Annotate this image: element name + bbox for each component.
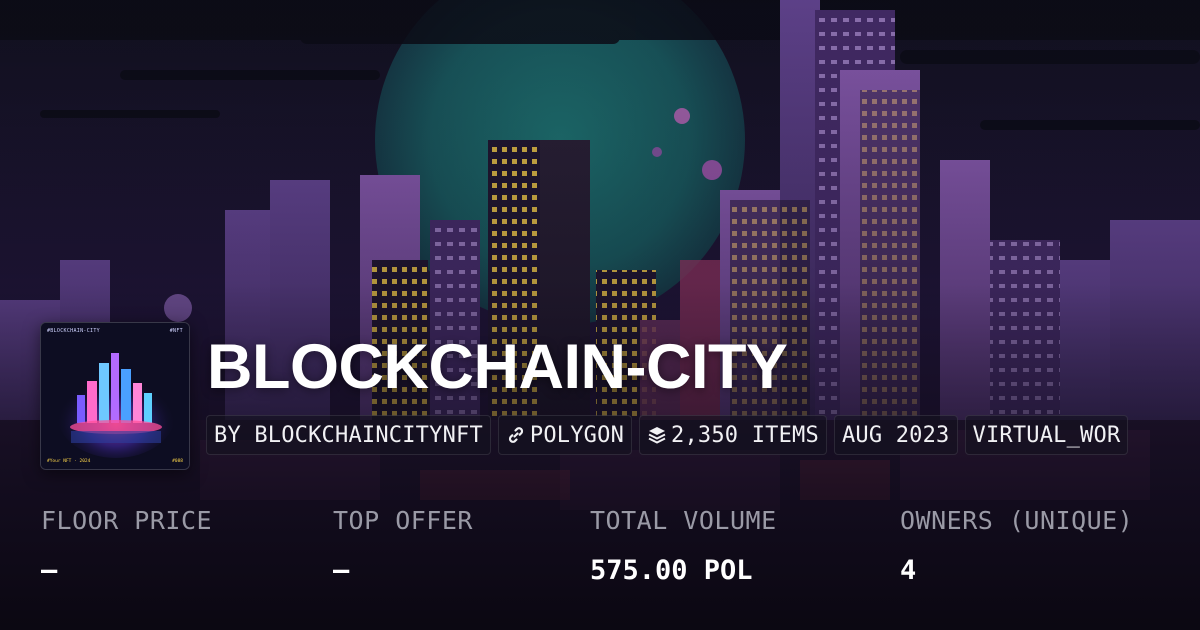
items-chip-label: 2,350 ITEMS [671,422,819,448]
thumbnail-tag-left: #BLOCKCHAIN-CITY [47,328,100,334]
collection-thumbnail: #BLOCKCHAIN-CITY #NFT #Your NFT · 2024 #… [40,322,190,470]
created-date-label: AUG 2023 [841,422,950,448]
stat-total-volume: TOTAL VOLUME 575.00 POL [590,506,777,586]
link-icon [506,425,526,445]
stat-label: OWNERS (UNIQUE) [900,506,1134,535]
items-chip[interactable]: 2,350 ITEMS [639,415,827,455]
category-chip[interactable]: VIRTUAL_WOR [964,415,1129,455]
creator-chip[interactable]: BY BLOCKCHAINCITYNFT [206,415,491,455]
stat-label: TOTAL VOLUME [590,506,777,535]
stat-value: – [41,555,58,586]
stat-label: TOP OFFER [333,506,473,535]
stat-value: 575.00 POL [590,555,753,586]
creator-chip-label: BY BLOCKCHAINCITYNFT [214,422,483,448]
layers-icon [647,425,667,445]
stat-owners: OWNERS (UNIQUE) 4 [900,506,1133,586]
collection-title: BLOCKCHAIN-CITY [207,332,788,402]
thumbnail-foot-right: #088 [172,459,183,464]
category-chip-label: VIRTUAL_WOR [972,422,1121,448]
stat-value: – [333,555,350,586]
chain-chip-label: POLYGON [529,422,625,448]
stat-label: FLOOR PRICE [41,506,213,535]
stat-floor-price: FLOOR PRICE – [41,506,212,586]
stat-top-offer: TOP OFFER – [333,506,473,586]
created-date-chip[interactable]: AUG 2023 [833,415,958,455]
collection-share-card: #BLOCKCHAIN-CITY #NFT #Your NFT · 2024 #… [0,0,1200,630]
collection-meta-chips: BY BLOCKCHAINCITYNFT POLYGON 2,350 ITEMS… [206,415,1129,455]
thumbnail-tag-right: #NFT [169,328,183,334]
thumbnail-foot-left: #Your NFT · 2024 [47,459,91,464]
stat-value: 4 [900,555,917,586]
chain-chip[interactable]: POLYGON [497,415,633,455]
